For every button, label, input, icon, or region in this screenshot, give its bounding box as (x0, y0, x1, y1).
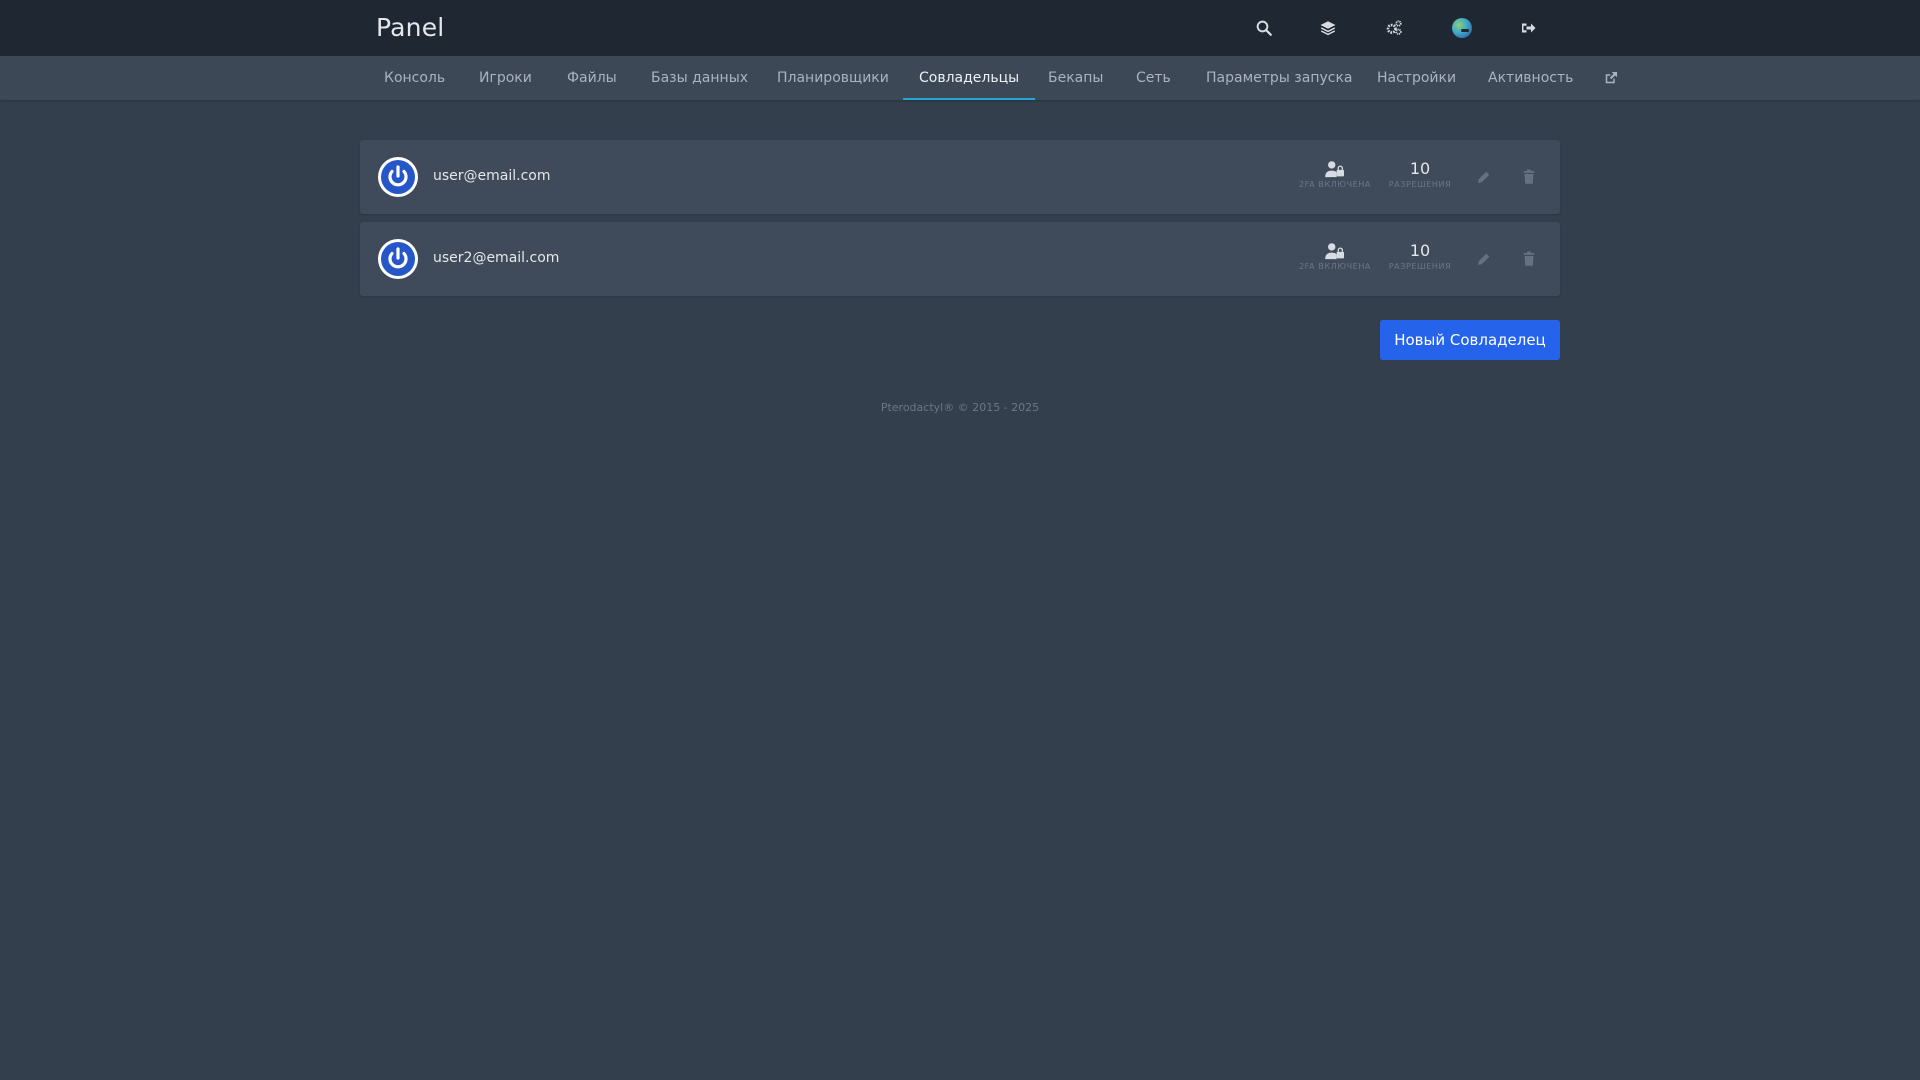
user-avatar[interactable] (1448, 14, 1476, 42)
power-icon (378, 239, 418, 279)
power-icon (378, 157, 418, 197)
edit-pencil-icon[interactable] (1475, 250, 1493, 268)
avatar-image (1452, 18, 1472, 38)
search-icon[interactable] (1250, 14, 1278, 42)
twofa-label: 2FA ВКЛЮЧЕНА (1298, 262, 1372, 271)
twofa-label: 2FA ВКЛЮЧЕНА (1298, 180, 1372, 189)
subuser-email: user2@email.com (433, 250, 560, 266)
tab-network[interactable]: Сеть (1136, 56, 1171, 100)
brand-title[interactable]: Panel (376, 13, 444, 42)
tab-subusers[interactable]: Совладельцы (902, 56, 1036, 100)
permissions-label: РАЗРЕШЕНИЯ (1388, 262, 1452, 271)
new-subuser-button[interactable]: Новый Совладелец (1380, 320, 1560, 360)
tab-startup[interactable]: Параметры запуска (1206, 56, 1353, 100)
tab-backups[interactable]: Бекапы (1048, 56, 1103, 100)
cogs-icon[interactable] (1380, 14, 1408, 42)
permissions-value: 10 (1409, 241, 1431, 260)
tab-activity[interactable]: Активность (1488, 56, 1573, 100)
tab-console[interactable]: Консоль (384, 56, 445, 100)
top-navbar: Panel (0, 0, 1920, 56)
delete-trash-icon[interactable] (1520, 168, 1538, 186)
delete-trash-icon[interactable] (1520, 250, 1538, 268)
tab-files[interactable]: Файлы (567, 56, 617, 100)
tab-players[interactable]: Игроки (479, 56, 532, 100)
twofa-status: 2FA ВКЛЮЧЕНА (1290, 160, 1380, 189)
tab-databases[interactable]: Базы данных (651, 56, 748, 100)
permissions-label: РАЗРЕШЕНИЯ (1388, 180, 1452, 189)
server-subnav: Консоль Игроки Файлы Базы данных Планиро… (0, 56, 1920, 100)
logout-icon[interactable] (1514, 14, 1542, 42)
permissions-count: 10 РАЗРЕШЕНИЯ (1382, 241, 1458, 272)
footer-copyright[interactable]: Pterodactyl® © 2015 - 2025 (0, 401, 1920, 414)
layers-icon[interactable] (1314, 14, 1342, 42)
user-lock-icon (1325, 161, 1344, 178)
user-lock-icon (1325, 243, 1344, 260)
twofa-status: 2FA ВКЛЮЧЕНА (1290, 242, 1380, 271)
subuser-email: user@email.com (433, 168, 551, 184)
subuser-row: user@email.com 2FA ВКЛЮЧЕНА 10 РАЗРЕШЕНИ… (360, 140, 1560, 214)
external-link-icon[interactable] (1602, 69, 1620, 87)
tab-schedules[interactable]: Планировщики (777, 56, 889, 100)
tab-settings[interactable]: Настройки (1377, 56, 1456, 100)
edit-pencil-icon[interactable] (1475, 168, 1493, 186)
subuser-row: user2@email.com 2FA ВКЛЮЧЕНА 10 РАЗРЕШЕН… (360, 222, 1560, 296)
permissions-value: 10 (1409, 159, 1431, 178)
permissions-count: 10 РАЗРЕШЕНИЯ (1382, 159, 1458, 190)
